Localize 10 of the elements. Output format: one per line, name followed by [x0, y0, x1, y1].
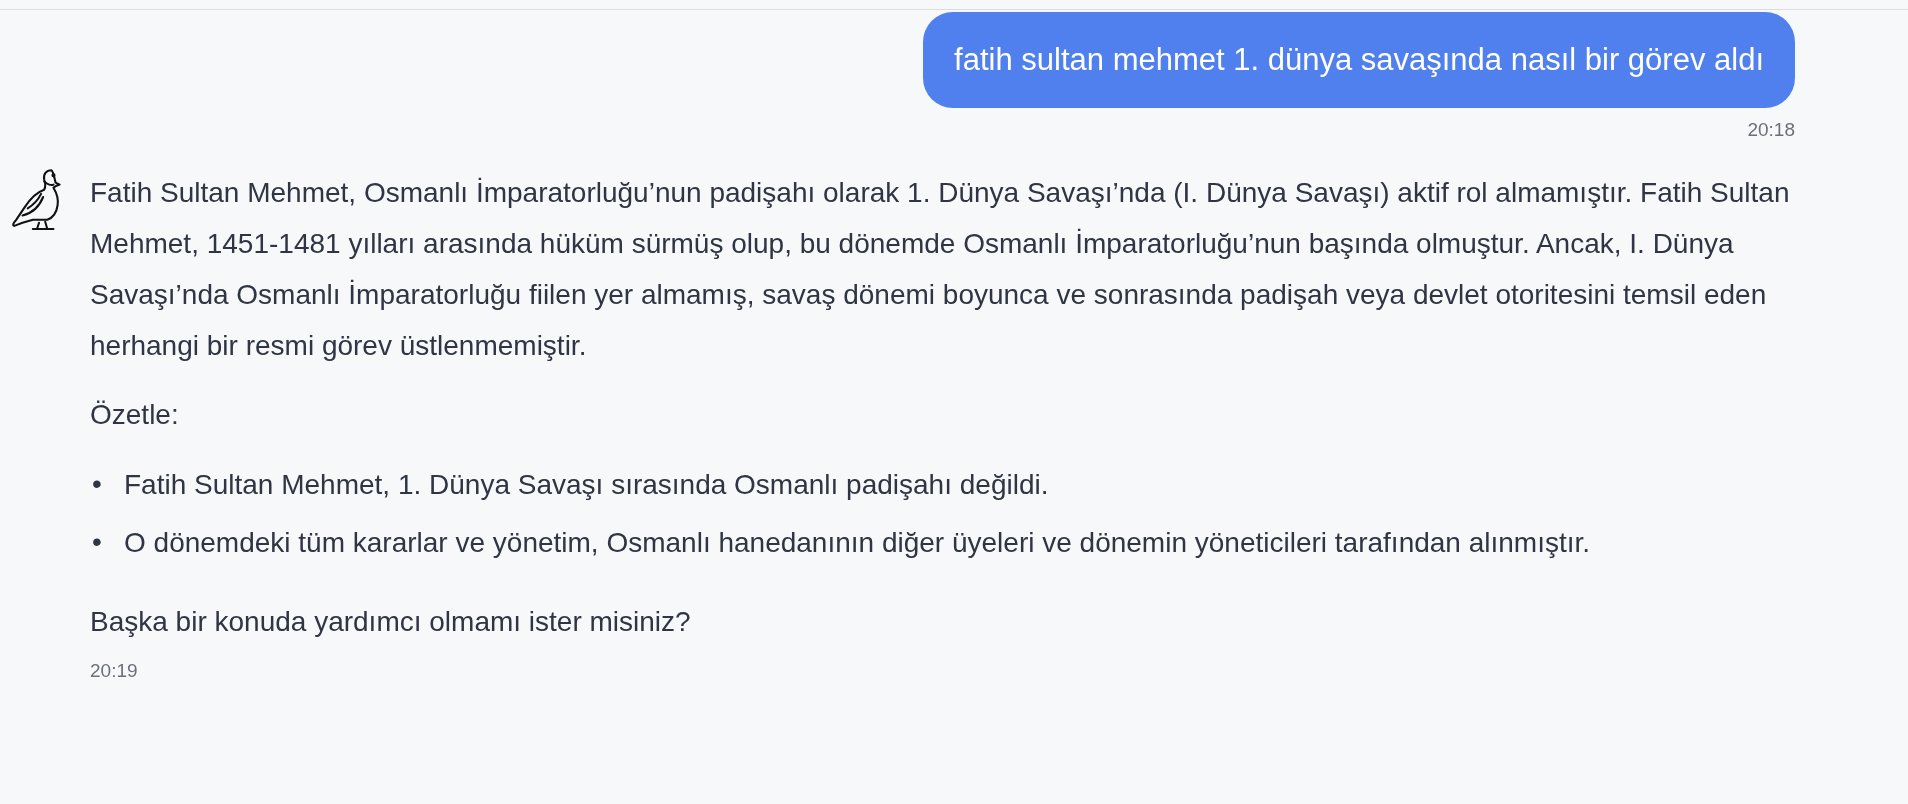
message-paragraph: Başka bir konuda yardımcı olmamı ister misiniz? [90, 605, 692, 639]
list-bullet: • [91, 467, 103, 501]
list-bullet: • [91, 525, 103, 559]
message-time: 20:18 [1747, 118, 1795, 142]
message-paragraph: Özetle: [90, 398, 180, 432]
list-item: Fatih Sultan Mehmet, 1. Dünya Savaşı sırasında Osmanlı padişahı değildi. [124, 468, 1049, 502]
list-item: O dönemdeki tüm kararlar ve yönetim, Osmanlı hanedanının diğer üyeleri ve dönemin yöneticileri tarafından alınmıştır. [124, 526, 1591, 560]
user-message-bubble: fatih sultan mehmet 1. dünya savaşında nasıl bir görev aldı [923, 12, 1795, 108]
message-time: 20:19 [90, 659, 139, 683]
message-paragraph: Fatih Sultan Mehmet, Osmanlı İmparatorluğu’nun padişahı olarak 1. Dünya Savaşı’nda (I. Dünya Savaşı) aktif rol almamıştır. Fatih Sultan Mehmet, 1451-1481 yılları arasında hüküm sürmüş olup, bu dönemde Osmanlı İmparatorluğu’nun başında olmuştur. Ancak, I. Dünya Savaşı’nda Osmanlı İmparatorluğu fiilen yer almamış, savaş dönemi boyunca ve sonrasında padişah veya devlet otoritesini temsil eden herhangi bir resmi görev üstlenmemiştir. [90, 176, 1791, 363]
